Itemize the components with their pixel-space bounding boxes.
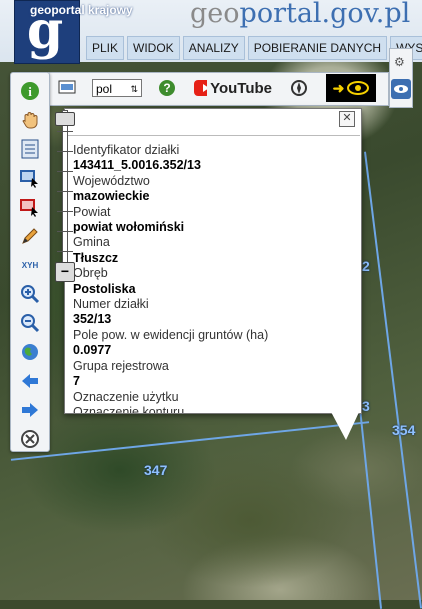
zoom-out-button[interactable]: − [55, 262, 75, 282]
menu-plik[interactable]: PLIK [86, 36, 125, 60]
globe-icon[interactable] [18, 340, 42, 364]
hand-icon[interactable] [18, 108, 42, 132]
close-icon[interactable]: ✕ [339, 111, 355, 127]
right-toolbar: ⚙ [389, 48, 413, 108]
visibility-toggle-button[interactable]: ➜ [326, 74, 376, 102]
field-label: Województwo [73, 173, 150, 188]
field-label: Oznaczenie użytku [73, 389, 179, 404]
parcel-label: 347 [144, 462, 168, 478]
left-toolbar: i XYH [10, 72, 50, 452]
list-icon[interactable] [18, 137, 42, 161]
zoom-tick [57, 151, 73, 152]
field-label: Pole pow. w ewidencji gruntów (ha) [73, 327, 269, 342]
zoom-tick [57, 211, 73, 212]
field-label: Identyfikator działki [73, 143, 180, 157]
field-label: Grupa rejestrowa [73, 358, 169, 373]
popup-pointer [330, 410, 360, 440]
parcel-label: 2 [362, 258, 370, 274]
parcel-attributes: Identyfikator działki 143411_5.0016.352/… [73, 143, 355, 413]
zoom-out-icon[interactable] [18, 311, 42, 335]
layers-icon[interactable] [56, 75, 78, 101]
field-label: Powiat [73, 204, 111, 219]
field-value: Postoliska [73, 281, 136, 296]
zoom-slider-track[interactable] [57, 110, 73, 282]
field-value: powiat wołomiński [73, 220, 185, 235]
help-icon[interactable]: ? [156, 75, 178, 101]
field-value: 7 [73, 374, 80, 389]
divider [66, 135, 360, 136]
xyh-label: XYH [21, 260, 39, 270]
field-value: 143411_5.0016.352/13 [73, 158, 201, 173]
header: g geoportal krajowy geoportal.gov.pl PLI… [0, 0, 422, 64]
clear-selection-icon[interactable] [18, 195, 42, 219]
zoom-tick [57, 231, 73, 232]
svg-text:?: ? [163, 81, 170, 95]
eye-icon[interactable] [391, 79, 411, 99]
xyh-icon[interactable]: XYH [18, 253, 42, 277]
language-select[interactable]: pol ⇅ [90, 75, 144, 101]
arrow-forward-icon[interactable] [18, 398, 42, 422]
menu-analizy[interactable]: ANALIZY [182, 36, 245, 60]
arrow-back-icon[interactable] [18, 369, 42, 393]
pencil-icon[interactable] [18, 224, 42, 248]
parcel-label: 3 [362, 398, 370, 414]
wrench-icon[interactable]: ⚙ [394, 55, 408, 69]
field-value: 0.0977 [73, 343, 112, 358]
youtube-button[interactable]: YouTube [194, 75, 272, 101]
field-value: mazowieckie [73, 189, 150, 204]
chevron-down-icon: ⇅ [130, 84, 138, 94]
youtube-label: YouTube [210, 79, 272, 97]
field-label: Numer działki [73, 297, 149, 312]
field-label: Gmina [73, 235, 110, 250]
youtube-icon [194, 80, 208, 96]
field-label: Obręb [73, 266, 108, 281]
svg-text:i: i [28, 84, 32, 99]
top-toolbar: pol ⇅ ? YouTube ➜ [48, 72, 389, 106]
menu-pobieranie-danych[interactable]: POBIERANIE DANYCH [247, 36, 388, 60]
parcel-info-popup: ✕ Identyfikator działki 143411_5.0016.35… [64, 108, 362, 414]
portal-title: geoportal krajowy [30, 3, 133, 17]
site-name: geoportal.gov.pl [190, 0, 411, 29]
zoom-tick [57, 191, 73, 192]
compass-icon[interactable] [288, 75, 310, 101]
main-menu: PLIK WIDOK ANALIZY POBIERANIE DANYCH WYS [86, 36, 422, 60]
zoom-tick [57, 251, 73, 252]
parcel-label: 354 [392, 422, 416, 438]
zoom-in-icon[interactable] [18, 282, 42, 306]
zoom-tick [57, 171, 73, 172]
eye-icon [347, 81, 370, 95]
info-icon[interactable]: i [18, 79, 42, 103]
zoom-slider-handle[interactable] [55, 112, 75, 126]
language-value: pol [96, 82, 113, 96]
field-value: Tłuszcz [73, 250, 119, 265]
menu-widok[interactable]: WIDOK [127, 36, 180, 60]
arrow-right-icon: ➜ [332, 79, 345, 96]
field-value: 352/13 [73, 312, 112, 327]
select-rectangle-icon[interactable] [18, 166, 42, 190]
zoom-tick [57, 131, 73, 132]
field-label: Oznaczenie konturu [73, 404, 185, 413]
cancel-icon[interactable] [18, 427, 42, 451]
